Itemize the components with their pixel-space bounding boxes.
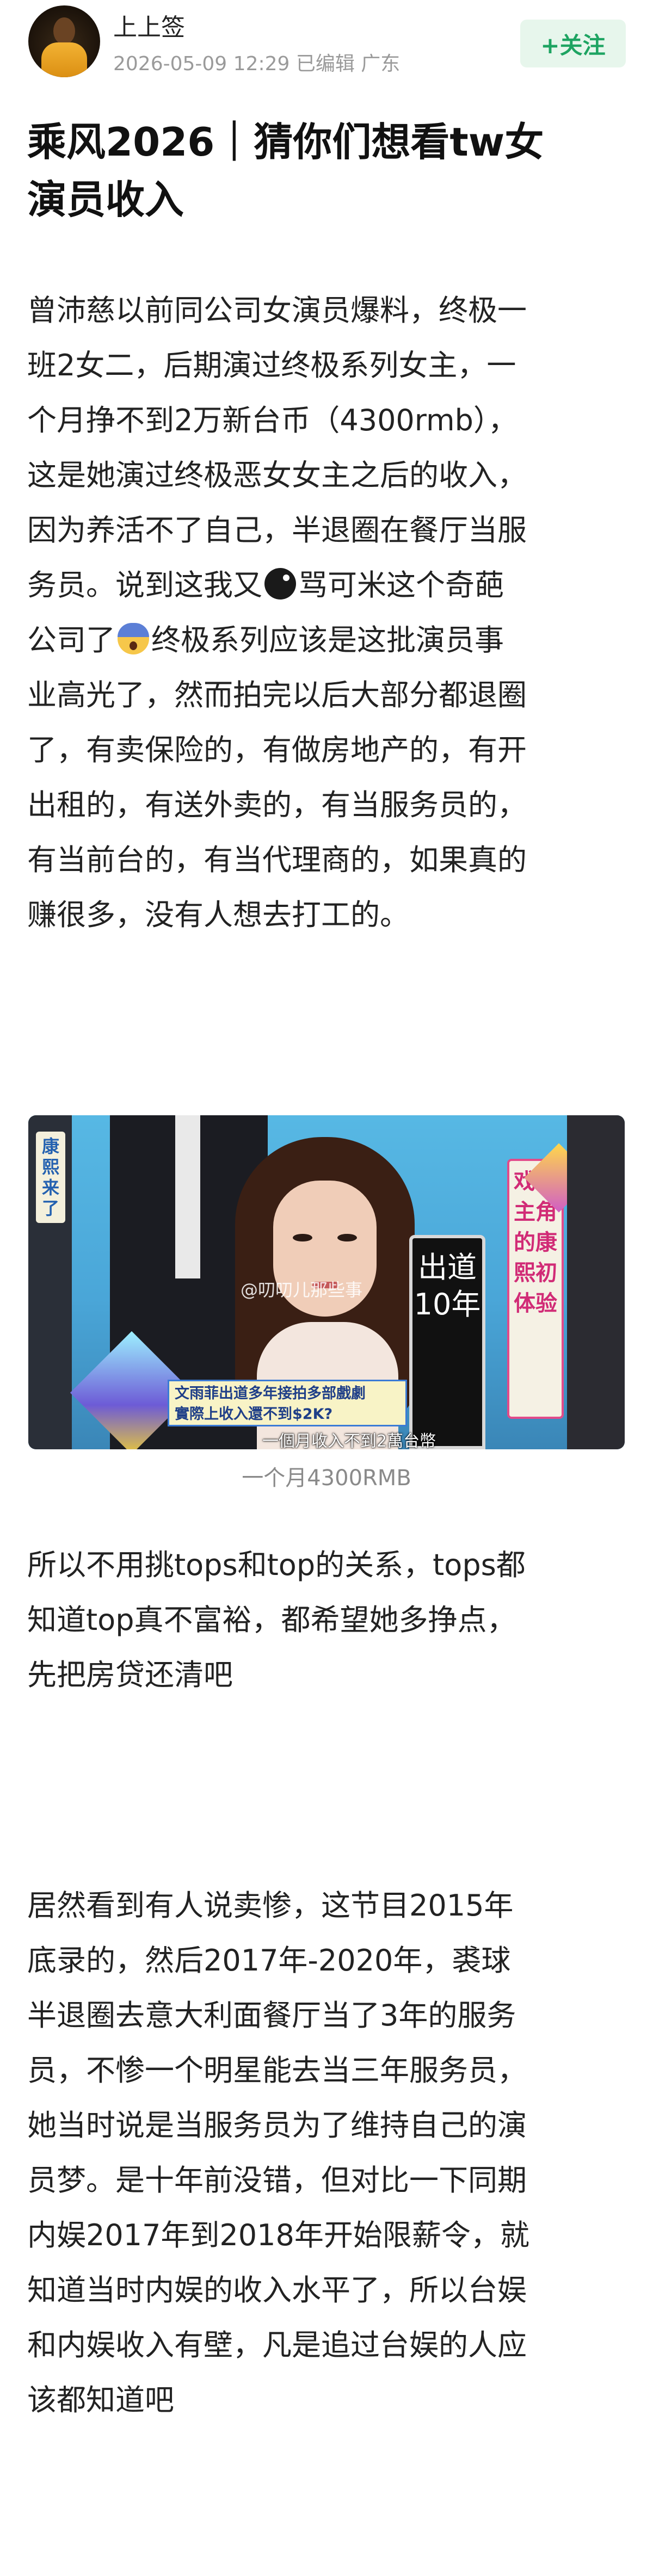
paragraph-line: 内娱2017年到2018年开始限薪令，就 [27,2218,529,2252]
avatar[interactable] [28,5,100,77]
follow-button[interactable]: +关注 [520,20,626,67]
paragraph-line: 这是她演过终极恶女女主之后的收入， [27,458,527,492]
paragraph-line: 员，不惨一个明星能去当三年服务员， [27,2053,527,2087]
image-sign-board: 出道10年 [409,1235,485,1449]
author-name[interactable]: 上上签 [113,8,185,42]
sign-board-text: 出道10年 [414,1250,481,1321]
fearful-face-emoji-icon [118,623,149,654]
paragraph-text: 公司了 [27,623,115,657]
face-eye-shape [293,1234,312,1241]
title-line: 演员收入 [27,177,184,223]
paragraph-text: 务员。说到这我又 [27,568,262,602]
paragraph-line: 该都知道吧 [27,2383,174,2417]
paragraph-line: 和内娱收入有壁，凡是追过台娱的人应 [27,2328,527,2362]
post-page: 上上签 2026-05-09 12:29 已编辑 广东 +关注 乘风2026｜猜… [0,0,653,2576]
paragraph-line: 她当时说是当服务员为了维持自己的演 [27,2108,527,2142]
paragraph-line: 公司了 终极系列应该是这批演员事 [27,613,631,668]
image-watermark: @叨叨儿那些事 [241,1280,363,1300]
face-eye-shape [337,1234,357,1241]
paragraph-line: 出租的，有送外卖的，有当服务员的， [27,788,527,822]
black-face-emoji-icon [264,568,296,600]
title-line: 乘风2026｜猜你们想看tw女 [27,119,544,165]
caption-bar-line: 文雨菲出道多年接拍多部戲劇 [175,1385,366,1402]
paragraph-2: 所以不用挑tops和top的关系，tops都 知道top真不富裕，都希望她多挣点… [27,1537,631,1702]
avatar-head-shape [53,17,75,45]
paragraph-line: 知道top真不富裕，都希望她多挣点， [27,1603,516,1637]
post-header: 上上签 2026-05-09 12:29 已编辑 广东 +关注 [0,0,653,87]
paragraph-line: 务员。说到这我又 骂可米这个奇葩 [27,558,631,613]
caption-bar-line: 實際上收入還不到$2K? [175,1406,333,1423]
image-right-person [567,1115,625,1449]
paragraph-3: 居然看到有人说卖惨，这节目2015年 底录的，然后2017年-2020年，裘球 … [27,1878,631,2427]
paragraph-line: 所以不用挑tops和top的关系，tops都 [27,1548,526,1582]
post-meta: 2026-05-09 12:29 已编辑 广东 [113,53,401,75]
host-shirt-shape [175,1115,200,1278]
paragraph-line: 知道当时内娱的收入水平了，所以台娱 [27,2273,527,2307]
post-image[interactable]: 康熙来了 出道10年 戏剧主角的康熙初体验 @叨叨儿那些事 文雨菲出道多年接拍多… [28,1115,625,1449]
paragraph-line: 半退圈去意大利面餐厅当了3年的服务 [27,1998,516,2033]
show-logo-label: 康熙来了 [36,1132,65,1223]
paragraph-text: 骂可米这个奇葩 [298,568,504,602]
paragraph-line: 因为养活不了自己，半退圈在餐厅当服 [27,513,527,547]
paragraph-line: 先把房贷还清吧 [27,1658,233,1692]
paragraph-line: 有当前台的，有当代理商的，如果真的 [27,843,527,877]
paragraph-line: 底录的，然后2017年-2020年，裘球 [27,1943,511,1978]
paragraph-line: 曾沛慈以前同公司女演员爆料，终极一 [27,293,527,328]
paragraph-line: 员梦。是十年前没错，但对比一下同期 [27,2163,527,2197]
paragraph-1: 曾沛慈以前同公司女演员爆料，终极一 班2女二，后期演过终极系列女主，一 个月挣不… [27,283,631,942]
paragraph-text: 终极系列应该是这批演员事 [151,623,504,657]
paragraph-line: 个月挣不到2万新台币（4300rmb）， [27,403,518,437]
image-caption: 一个月4300RMB [242,1466,411,1491]
paragraph-line: 了，有卖保险的，有做房地产的，有开 [27,733,527,767]
avatar-jersey-shape [41,42,87,77]
paragraph-line: 班2女二，后期演过终极系列女主，一 [27,348,516,382]
image-subtitle: 一個月收入不到2萬台幣 [262,1432,436,1449]
image-caption-bar: 文雨菲出道多年接拍多部戲劇 實際上收入還不到$2K? [168,1380,407,1426]
post-title: 乘风2026｜猜你们想看tw女 演员收入 [27,113,626,228]
paragraph-line: 赚很多，没有人想去打工的。 [27,898,409,932]
paragraph-line: 居然看到有人说卖惨，这节目2015年 [27,1888,514,1923]
paragraph-line: 业高光了，然而拍完以后大部分都退圈 [27,678,527,712]
